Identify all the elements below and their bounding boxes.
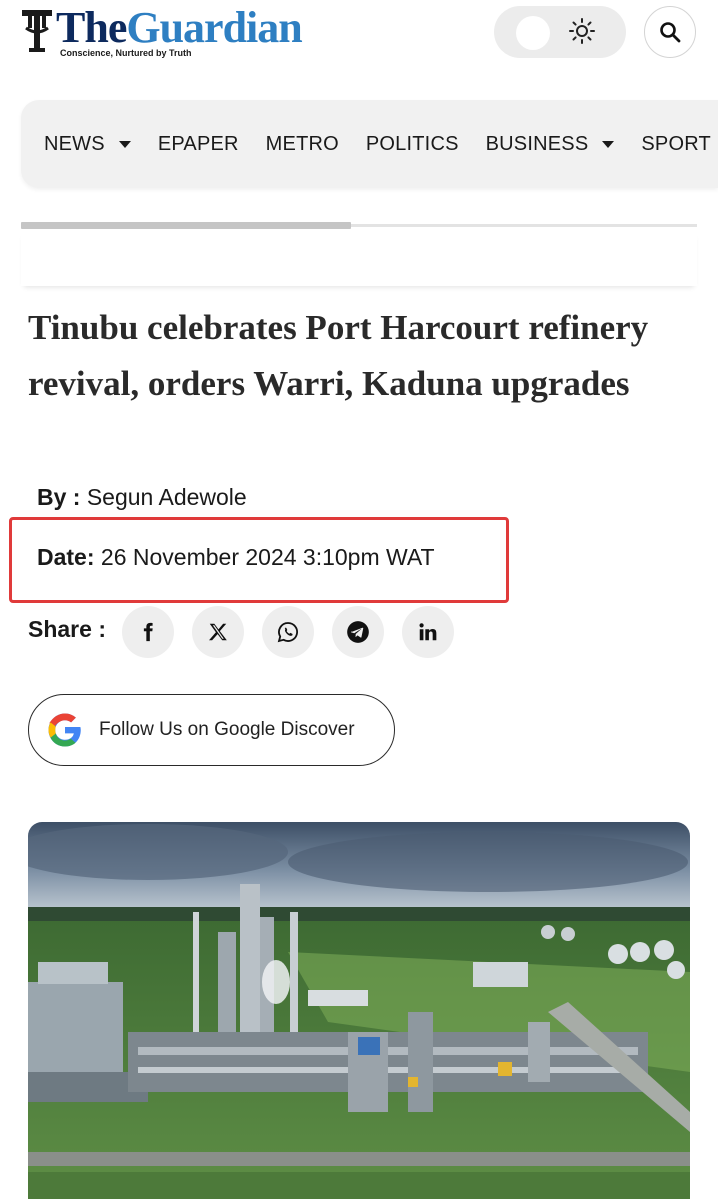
caret-down-icon — [602, 140, 615, 148]
share-facebook-button[interactable] — [122, 606, 174, 658]
nav-item-metro[interactable]: METRO — [266, 133, 339, 156]
google-icon — [48, 713, 81, 747]
publish-date: Date: 26 November 2024 3:10pm WAT — [37, 544, 435, 571]
toggle-knob — [516, 16, 550, 50]
guardian-logo[interactable]: TheGuardian Conscience, Nurtured by Trut… — [20, 3, 303, 58]
nav-item-news[interactable]: NEWS — [44, 133, 131, 156]
sun-icon — [569, 18, 595, 44]
linkedin-icon — [419, 623, 437, 641]
date-value: 26 November 2024 3:10pm WAT — [100, 544, 435, 570]
theme-toggle[interactable] — [494, 6, 626, 58]
nav-item-sport[interactable]: SPORT — [641, 133, 711, 156]
nav-label: POLITICS — [365, 132, 459, 155]
author-name[interactable]: Segun Adewole — [87, 484, 247, 510]
nav-label: METRO — [265, 132, 339, 155]
discover-label: Follow Us on Google Discover — [99, 719, 355, 740]
share-x-button[interactable] — [192, 606, 244, 658]
ad-placeholder — [21, 230, 697, 286]
nav-item-politics[interactable]: POLITICS — [366, 133, 459, 156]
share-whatsapp-button[interactable] — [262, 606, 314, 658]
nav-label: NEWS — [44, 132, 105, 155]
telegram-icon — [347, 621, 369, 643]
facebook-icon — [143, 622, 153, 642]
x-icon — [209, 623, 227, 641]
nav-item-business[interactable]: BUSINESS — [486, 133, 615, 156]
main-nav: NEWS EPAPER METRO POLITICS BUSINESS SPOR… — [21, 100, 718, 188]
google-discover-button[interactable]: Follow Us on Google Discover — [28, 694, 395, 766]
nav-scroll-thumb[interactable] — [21, 222, 351, 229]
logo-tagline: Conscience, Nurtured by Truth — [60, 48, 192, 58]
logo-guardian: Guardian — [126, 3, 302, 52]
logo-emblem-icon — [20, 6, 54, 56]
site-header: TheGuardian Conscience, Nurtured by Trut… — [0, 0, 718, 70]
logo-the: The — [56, 3, 127, 52]
share-telegram-button[interactable] — [332, 606, 384, 658]
byline-label: By : — [37, 484, 81, 510]
nav-label: EPAPER — [157, 132, 239, 155]
search-button[interactable] — [644, 6, 696, 58]
share-linkedin-button[interactable] — [402, 606, 454, 658]
nav-label: SPORT — [641, 132, 711, 155]
article-hero-image[interactable] — [28, 822, 690, 1199]
nav-item-epaper[interactable]: EPAPER — [158, 133, 239, 156]
nav-label: BUSINESS — [485, 132, 589, 155]
share-label: Share : — [28, 616, 106, 642]
whatsapp-icon — [277, 622, 298, 643]
date-label: Date: — [37, 544, 95, 570]
byline: By : Segun Adewole — [37, 484, 247, 511]
article-headline: Tinubu celebrates Port Harcourt refinery… — [28, 308, 649, 403]
search-icon — [660, 22, 681, 43]
caret-down-icon — [118, 140, 131, 148]
